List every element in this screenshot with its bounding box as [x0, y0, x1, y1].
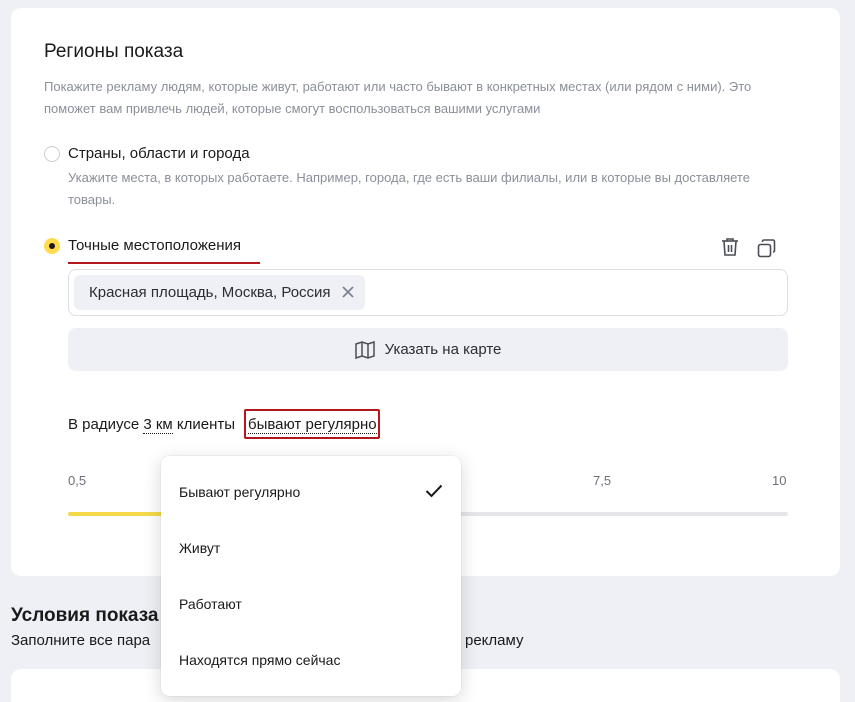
- location-chip-label: Красная площадь, Москва, Россия: [89, 284, 331, 301]
- radius-clients-word: клиенты: [176, 416, 236, 433]
- close-icon[interactable]: [341, 285, 355, 299]
- radio-countries-regions-cities[interactable]: [44, 146, 60, 162]
- conditions-title: Условия показа: [11, 605, 159, 626]
- trash-icon[interactable]: [719, 236, 741, 258]
- highlight-underline: [68, 262, 260, 264]
- show-on-map-label: Указать на карте: [384, 341, 502, 358]
- slider-tick-max: 10: [772, 473, 787, 488]
- show-on-map-button[interactable]: Указать на карте: [68, 328, 788, 371]
- radio-exact-locations[interactable]: [44, 238, 60, 254]
- section-title: Регионы показа: [44, 41, 184, 62]
- option-label-exact-locations[interactable]: Точные местоположения: [68, 237, 241, 254]
- checkmark-icon: [425, 484, 443, 498]
- copy-icon[interactable]: [755, 237, 777, 259]
- dropdown-item-work[interactable]: Работают: [179, 596, 242, 612]
- page: Регионы показа Покажите рекламу людям, к…: [0, 0, 855, 702]
- option-description-countries: Укажите места, в которых работаете. Напр…: [68, 170, 750, 207]
- map-icon: [354, 340, 375, 359]
- radius-prefix: В радиусе: [68, 416, 140, 433]
- dropdown-item-now[interactable]: Находятся прямо сейчас: [179, 652, 340, 668]
- frequency-dropdown: Бывают регулярно Живут Работают Находятс…: [161, 456, 461, 696]
- option-label-countries[interactable]: Страны, области и города: [68, 145, 250, 162]
- radius-row: В радиусе 3 км клиенты: [68, 416, 236, 434]
- location-chip[interactable]: Красная площадь, Москва, Россия: [74, 275, 365, 310]
- locations-input[interactable]: Красная площадь, Москва, Россия: [68, 269, 788, 316]
- slider-tick-mid: 7,5: [593, 473, 612, 488]
- conditions-subtitle-left: Заполните все пара: [11, 632, 151, 649]
- radius-value[interactable]: 3 км: [143, 416, 173, 434]
- slider-tick-min: 0,5: [68, 473, 87, 488]
- section-description: Покажите рекламу людям, которые живут, р…: [44, 79, 752, 116]
- dropdown-item-regular[interactable]: Бывают регулярно: [179, 484, 300, 500]
- frequency-selector[interactable]: бывают регулярно: [248, 416, 377, 434]
- dropdown-item-live[interactable]: Живут: [179, 540, 220, 556]
